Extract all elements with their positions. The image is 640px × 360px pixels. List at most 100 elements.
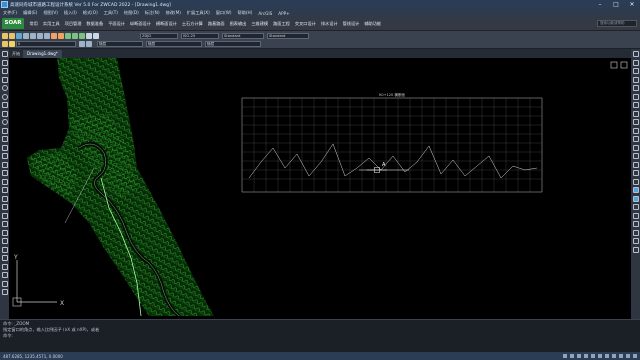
menu-file[interactable]: 文件(F): [0, 10, 20, 16]
redo-icon[interactable]: [58, 32, 64, 39]
insert-block-icon[interactable]: [1, 127, 8, 134]
grid-toggle-icon[interactable]: [570, 354, 574, 358]
paste-icon[interactable]: [44, 32, 50, 39]
undo-icon[interactable]: [51, 32, 57, 39]
menu-view[interactable]: 视图(V): [40, 10, 61, 16]
close-button[interactable]: ✕: [624, 0, 640, 9]
table-style-combo[interactable]: Standard: [222, 32, 264, 39]
dim-diameter-icon[interactable]: [632, 93, 639, 100]
layer-previous-icon[interactable]: [86, 41, 92, 47]
dim-ordinate-icon[interactable]: [632, 76, 639, 83]
zoom-window-icon[interactable]: [79, 32, 85, 39]
scale-tool-icon[interactable]: [1, 246, 8, 253]
dim-edit-icon[interactable]: [632, 153, 639, 159]
dim-radius-icon[interactable]: [632, 85, 639, 91]
menu-extension[interactable]: 扩展工具(X): [184, 10, 213, 16]
snap-toggle-icon[interactable]: [563, 354, 567, 358]
circle-tool-icon[interactable]: [1, 93, 8, 100]
print-icon[interactable]: [23, 32, 29, 39]
list-icon[interactable]: [632, 229, 639, 236]
dim-update-icon[interactable]: [632, 170, 639, 176]
cut-icon[interactable]: [30, 32, 36, 39]
ribbon-tab[interactable]: 实用工具: [40, 21, 62, 27]
polyline-tool-icon[interactable]: [1, 59, 8, 66]
drawing-canvas[interactable]: K0+120 横断面 A Y X: [9, 58, 631, 316]
dim-linear-icon[interactable]: [632, 51, 639, 57]
measure-icon[interactable]: [632, 212, 639, 219]
ribbon-tab[interactable]: 数据准备: [84, 21, 106, 27]
properties-icon[interactable]: [86, 32, 92, 39]
ribbon-tab[interactable]: 三维建模: [249, 21, 271, 27]
ribbon-tab[interactable]: 常用: [27, 21, 40, 27]
model-paper-icon[interactable]: [612, 354, 616, 358]
center-mark-icon[interactable]: [632, 144, 639, 151]
viewport-close-icon[interactable]: [620, 61, 628, 69]
quick-dim-icon[interactable]: [632, 110, 639, 117]
calculator-icon[interactable]: [632, 246, 639, 253]
annotation-scale-icon[interactable]: [619, 354, 623, 358]
layer-manager-icon[interactable]: [2, 41, 8, 47]
workspace-icon[interactable]: [626, 354, 630, 358]
stretch-tool-icon[interactable]: [1, 255, 8, 261]
menu-draw[interactable]: 绘图(D): [121, 10, 142, 16]
extend-tool-icon[interactable]: [1, 272, 8, 278]
mirror-tool-icon[interactable]: [1, 204, 8, 210]
text-tool-icon[interactable]: [1, 178, 8, 185]
soar-logo[interactable]: SOAR: [2, 18, 24, 29]
snap-settings-icon[interactable]: [632, 187, 639, 193]
dim-baseline-icon[interactable]: [632, 119, 639, 125]
layer-combo[interactable]: 0: [16, 41, 76, 47]
offset-tool-icon[interactable]: [1, 212, 8, 219]
menu-edit[interactable]: 编辑(E): [20, 10, 40, 16]
polygon-tool-icon[interactable]: [1, 68, 8, 74]
trim-tool-icon[interactable]: [1, 263, 8, 270]
maximize-button[interactable]: □: [608, 0, 624, 9]
ribbon-tab[interactable]: 排水设计: [318, 21, 340, 27]
polar-toggle-icon[interactable]: [584, 354, 588, 358]
menu-modify[interactable]: 修改(M): [163, 10, 184, 16]
dim-text-edit-icon[interactable]: [632, 161, 639, 168]
linetype-combo[interactable]: 随层: [146, 41, 202, 47]
menu-window[interactable]: 窗口(W): [213, 10, 235, 16]
rectangle-tool-icon[interactable]: [1, 76, 8, 83]
copy-tool-icon[interactable]: [1, 195, 8, 202]
layer-state-icon[interactable]: [9, 41, 15, 47]
zoom-icon[interactable]: [72, 32, 78, 39]
open-file-icon[interactable]: [9, 32, 15, 39]
area-icon[interactable]: [632, 221, 639, 227]
region-tool-icon[interactable]: [1, 161, 8, 168]
color-combo[interactable]: 随层: [97, 41, 143, 47]
lineweight-combo[interactable]: 随层: [205, 41, 261, 47]
ribbon-tab[interactable]: 图表输出: [227, 21, 249, 27]
dim-arc-icon[interactable]: [632, 68, 639, 74]
dim-style-combo[interactable]: ISO-25: [181, 32, 219, 39]
ribbon-tab[interactable]: 管线设计: [340, 21, 362, 27]
ribbon-tab[interactable]: 横断面设计: [153, 21, 179, 27]
rotate-tool-icon[interactable]: [1, 238, 8, 244]
tolerance-icon[interactable]: [632, 136, 639, 142]
design-center-icon[interactable]: [93, 32, 99, 39]
menu-arcgis[interactable]: ArcGIS: [255, 11, 275, 16]
array-tool-icon[interactable]: [1, 221, 8, 227]
revcloud-tool-icon[interactable]: [1, 102, 8, 108]
locate-point-icon[interactable]: [632, 238, 639, 244]
lineweight-toggle-icon[interactable]: [605, 354, 609, 358]
dim-style-icon[interactable]: [632, 178, 639, 185]
dim-continue-icon[interactable]: [632, 127, 639, 134]
arc-tool-icon[interactable]: [1, 85, 8, 91]
menu-format[interactable]: 格式(O): [80, 10, 101, 16]
save-icon[interactable]: [16, 32, 22, 39]
ribbon-tab[interactable]: 交叉口设计: [292, 21, 318, 27]
hatch-tool-icon[interactable]: [1, 153, 8, 159]
menu-help[interactable]: 帮助(H): [235, 10, 256, 16]
ribbon-tab[interactable]: 项目管理: [62, 21, 84, 27]
ribbon-tab[interactable]: 路基路面: [205, 21, 227, 27]
menu-insert[interactable]: 插入(I): [61, 10, 80, 16]
join-tool-icon[interactable]: [1, 289, 8, 295]
ribbon-tab[interactable]: 路面工程: [271, 21, 293, 27]
osnap-toggle-icon[interactable]: [591, 354, 595, 358]
search-input[interactable]: 搜索功能或帮助: [597, 20, 637, 27]
dim-aligned-icon[interactable]: [632, 59, 639, 66]
menu-app[interactable]: APP+: [275, 11, 292, 16]
ortho-toggle-icon[interactable]: [577, 354, 581, 358]
